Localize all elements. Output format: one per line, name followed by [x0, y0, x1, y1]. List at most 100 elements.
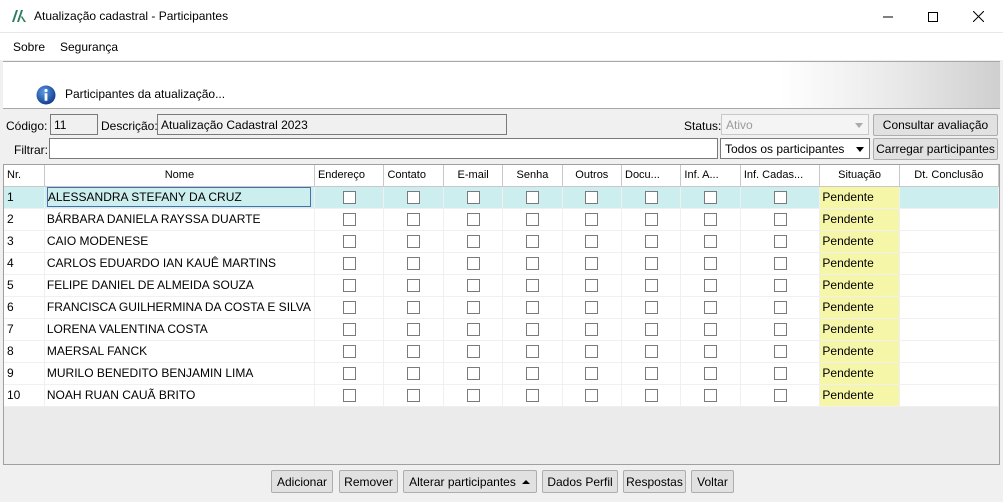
row-checkbox[interactable] [407, 367, 421, 381]
row-checkbox[interactable] [342, 235, 356, 249]
row-checkbox[interactable] [525, 389, 539, 403]
descricao-field[interactable]: Atualização Cadastral 2023 [157, 114, 507, 135]
row-checkbox[interactable] [585, 301, 599, 315]
participants-filter-select[interactable]: Todos os participantes [720, 138, 870, 159]
row-checkbox[interactable] [585, 323, 599, 337]
col-header-contato[interactable]: Contato [383, 165, 444, 187]
menu-seguranca[interactable]: Segurança [60, 40, 118, 54]
row-checkbox[interactable] [585, 191, 599, 205]
row-checkbox[interactable] [585, 389, 599, 403]
row-checkbox[interactable] [644, 389, 658, 403]
row-checkbox[interactable] [407, 191, 421, 205]
row-checkbox[interactable] [704, 345, 718, 359]
row-checkbox[interactable] [773, 367, 787, 381]
row-checkbox[interactable] [644, 279, 658, 293]
table-row[interactable]: 1 ALESSANDRA STEFANY DA CRUZ Pendente [4, 186, 1000, 209]
menu-sobre[interactable]: Sobre [13, 40, 45, 54]
status-select[interactable]: Ativo [721, 114, 869, 135]
table-row[interactable]: 9 MURILO BENEDITO BENJAMIN LIMA Pendente [4, 362, 1000, 385]
voltar-button[interactable]: Voltar [691, 470, 734, 493]
row-checkbox[interactable] [773, 279, 787, 293]
col-header-inf-cadastrais[interactable]: Inf. Cadas... [740, 165, 821, 187]
row-checkbox[interactable] [704, 301, 718, 315]
close-button[interactable] [955, 0, 1001, 33]
row-checkbox[interactable] [644, 257, 658, 271]
row-checkbox[interactable] [704, 323, 718, 337]
row-checkbox[interactable] [585, 257, 599, 271]
row-checkbox[interactable] [704, 257, 718, 271]
row-checkbox[interactable] [525, 301, 539, 315]
table-row[interactable]: 8 MAERSAL FANCK Pendente [4, 340, 1000, 363]
codigo-field[interactable]: 11 [50, 114, 98, 135]
table-row[interactable]: 4 CARLOS EDUARDO IAN KAUÊ MARTINS Pendente [4, 252, 1000, 275]
row-checkbox[interactable] [407, 235, 421, 249]
row-checkbox[interactable] [773, 389, 787, 403]
table-row[interactable]: 3 CAIO MODENESE Pendente [4, 230, 1000, 253]
row-checkbox[interactable] [773, 213, 787, 227]
col-header-dt-conclusao[interactable]: Dt. Conclusão [899, 165, 1000, 187]
row-checkbox[interactable] [342, 191, 356, 205]
row-checkbox[interactable] [466, 235, 480, 249]
row-checkbox[interactable] [342, 257, 356, 271]
row-checkbox[interactable] [585, 367, 599, 381]
row-checkbox[interactable] [466, 213, 480, 227]
col-header-inf-a[interactable]: Inf. A... [680, 165, 741, 187]
row-checkbox[interactable] [704, 367, 718, 381]
row-checkbox[interactable] [466, 323, 480, 337]
col-header-senha[interactable]: Senha [502, 165, 563, 187]
row-checkbox[interactable] [407, 301, 421, 315]
col-header-nome[interactable]: Nome [44, 165, 315, 187]
row-checkbox[interactable] [525, 257, 539, 271]
row-checkbox[interactable] [773, 345, 787, 359]
table-row[interactable]: 10 NOAH RUAN CAUÃ BRITO Pendente [4, 384, 1000, 407]
row-checkbox[interactable] [342, 367, 356, 381]
row-checkbox[interactable] [585, 345, 599, 359]
row-checkbox[interactable] [585, 279, 599, 293]
row-checkbox[interactable] [342, 301, 356, 315]
col-header-situacao[interactable]: Situação [819, 165, 900, 187]
row-checkbox[interactable] [773, 301, 787, 315]
row-checkbox[interactable] [342, 389, 356, 403]
row-checkbox[interactable] [466, 389, 480, 403]
dados-perfil-button[interactable]: Dados Perfil [542, 470, 618, 493]
row-checkbox[interactable] [644, 367, 658, 381]
table-row[interactable]: 6 FRANCISCA GUILHERMINA DA COSTA E SILVA P… [4, 296, 1000, 319]
row-checkbox[interactable] [466, 367, 480, 381]
row-checkbox[interactable] [644, 323, 658, 337]
row-checkbox[interactable] [407, 323, 421, 337]
col-header-email[interactable]: E-mail [443, 165, 504, 187]
col-header-outros[interactable]: Outros [562, 165, 623, 187]
row-checkbox[interactable] [525, 323, 539, 337]
table-row[interactable]: 2 BÁRBARA DANIELA RAYSSA DUARTE Pendente [4, 208, 1000, 231]
row-checkbox[interactable] [466, 279, 480, 293]
row-checkbox[interactable] [773, 257, 787, 271]
maximize-button[interactable] [910, 0, 956, 33]
row-checkbox[interactable] [466, 345, 480, 359]
row-checkbox[interactable] [407, 389, 421, 403]
row-checkbox[interactable] [585, 213, 599, 227]
carregar-participantes-button[interactable]: Carregar participantes [873, 138, 998, 160]
row-checkbox[interactable] [644, 191, 658, 205]
row-checkbox[interactable] [342, 323, 356, 337]
row-checkbox[interactable] [773, 323, 787, 337]
row-checkbox[interactable] [585, 235, 599, 249]
row-checkbox[interactable] [644, 235, 658, 249]
row-checkbox[interactable] [525, 235, 539, 249]
row-checkbox[interactable] [466, 301, 480, 315]
row-checkbox[interactable] [704, 279, 718, 293]
table-row[interactable]: 5 FELIPE DANIEL DE ALMEIDA SOUZA Pendente [4, 274, 1000, 297]
row-checkbox[interactable] [704, 191, 718, 205]
row-checkbox[interactable] [525, 367, 539, 381]
row-checkbox[interactable] [342, 345, 356, 359]
row-checkbox[interactable] [525, 345, 539, 359]
col-header-nr[interactable]: Nr. [4, 165, 45, 187]
row-checkbox[interactable] [704, 213, 718, 227]
row-checkbox[interactable] [644, 213, 658, 227]
row-checkbox[interactable] [773, 235, 787, 249]
filter-input[interactable] [49, 138, 718, 159]
row-checkbox[interactable] [342, 279, 356, 293]
participants-table[interactable]: Nr. Nome Endereço Contato E-mail Senha O… [3, 164, 1000, 465]
table-row[interactable]: 7 LORENA VALENTINA COSTA Pendente [4, 318, 1000, 341]
alterar-participantes-button[interactable]: Alterar participantes [403, 470, 537, 493]
col-header-endereco[interactable]: Endereço [314, 165, 385, 187]
